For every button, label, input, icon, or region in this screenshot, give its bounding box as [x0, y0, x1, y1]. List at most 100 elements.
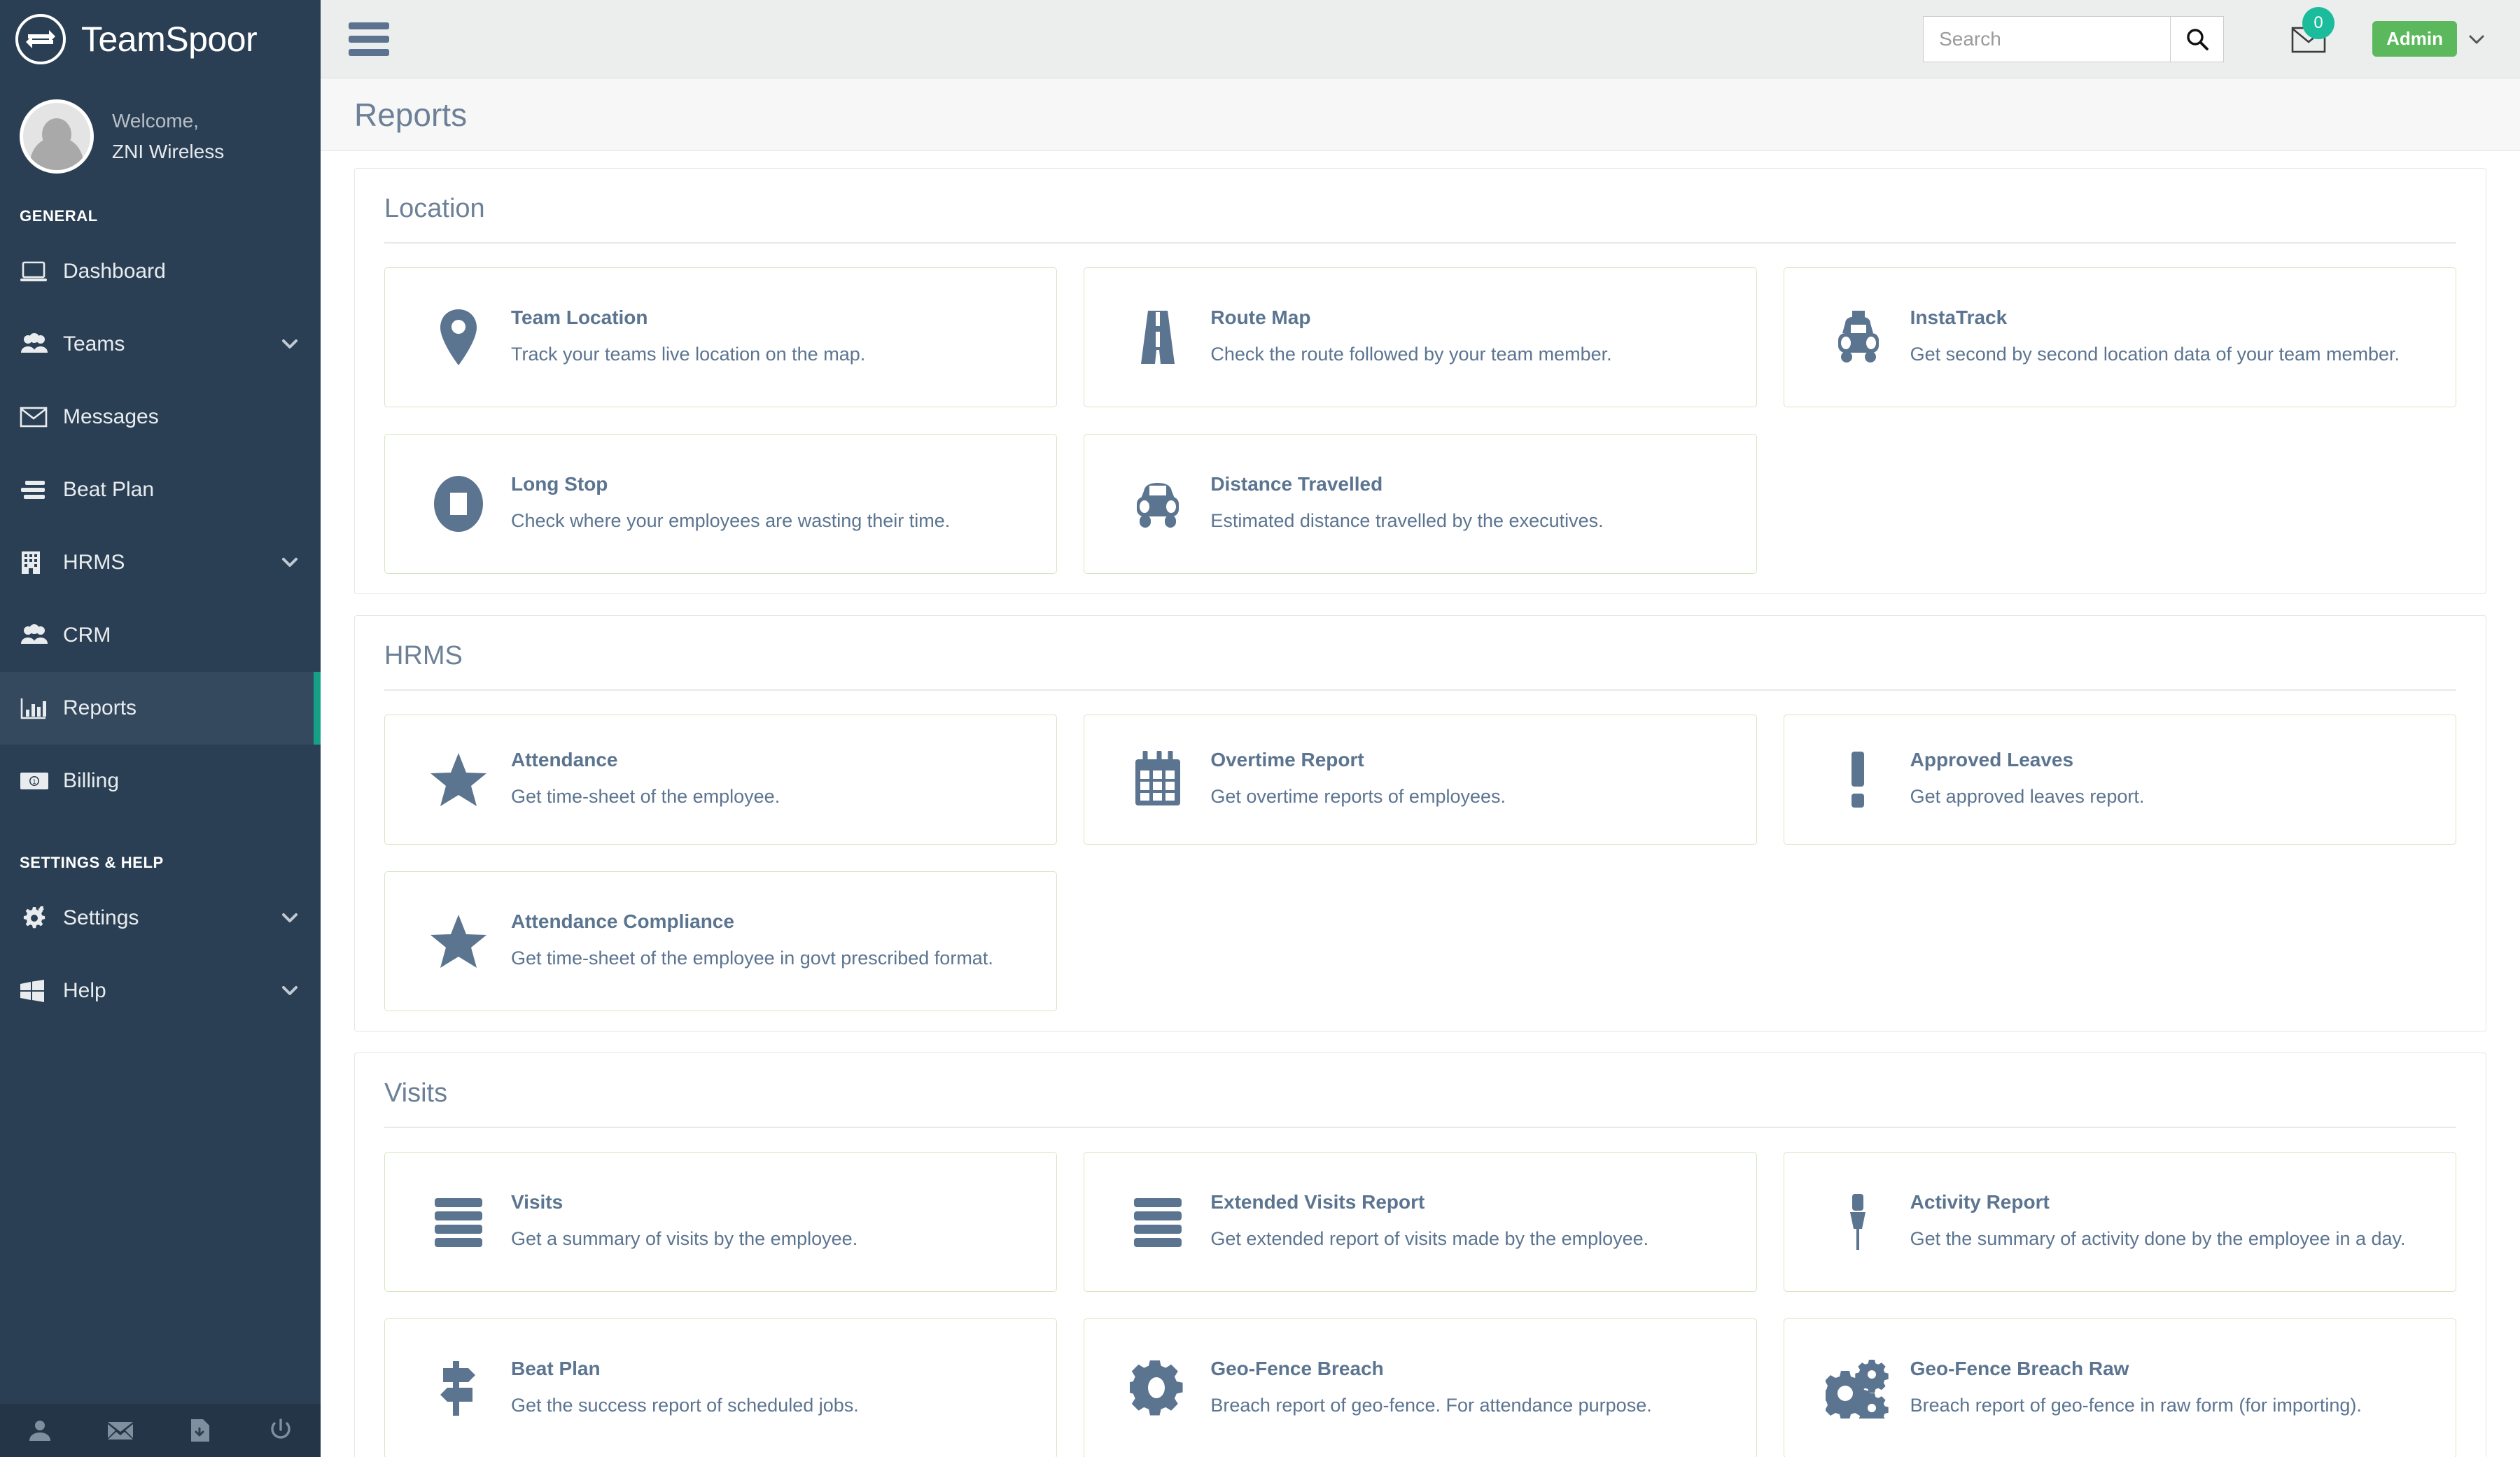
- sidebar-item-help[interactable]: Help: [0, 955, 321, 1027]
- cogs-icon: [1805, 1358, 1910, 1419]
- topbar: 0 Admin: [321, 0, 2520, 78]
- card-description: Check where your employees are wasting t…: [511, 510, 951, 531]
- section-title: HRMS: [384, 616, 2456, 691]
- money-bill-icon: 1: [20, 772, 63, 790]
- stop-circle-icon: [406, 474, 511, 533]
- sidebar-item-label: Messages: [63, 405, 159, 428]
- sidebar-section-settings-help: SETTINGS & HELP: [20, 854, 164, 871]
- topbar-right: 0 Admin: [1923, 6, 2486, 62]
- report-card-overtime-report[interactable]: Overtime Report Get overtime reports of …: [1084, 715, 1757, 845]
- sidebar-item-label: Beat Plan: [63, 478, 155, 501]
- card-description: Check the route followed by your team me…: [1210, 344, 1612, 365]
- bar-chart-icon: [20, 697, 63, 719]
- report-card-distance-travelled[interactable]: Distance Travelled Estimated distance tr…: [1084, 434, 1757, 574]
- user-icon[interactable]: [0, 1419, 80, 1442]
- laptop-icon: [20, 260, 63, 283]
- sidebar: TeamSpoor Welcome, ZNI Wireless GENERAL …: [0, 0, 321, 1457]
- sidebar-item-hrms[interactable]: HRMS: [0, 526, 321, 599]
- card-title: Approved Leaves: [1910, 749, 2074, 770]
- page-header: Reports: [321, 78, 2520, 151]
- map-marker-icon: [406, 308, 511, 367]
- card-title: Geo-Fence Breach Raw: [1910, 1358, 2129, 1379]
- calendar-icon: [1105, 751, 1210, 808]
- car-icon: [1105, 479, 1210, 529]
- svg-text:1: 1: [32, 778, 36, 785]
- card-title: Overtime Report: [1210, 749, 1364, 770]
- card-description: Breach report of geo-fence. For attendan…: [1210, 1395, 1652, 1416]
- section-title: Visits: [384, 1053, 2456, 1128]
- report-card-geo-fence-breach-raw[interactable]: Geo-Fence Breach Raw Breach report of ge…: [1783, 1318, 2456, 1457]
- profile[interactable]: Welcome, ZNI Wireless: [0, 78, 321, 197]
- power-off-icon[interactable]: [241, 1419, 321, 1442]
- report-card-visits[interactable]: Visits Get a summary of visits by the em…: [384, 1152, 1058, 1292]
- envelope-icon[interactable]: [80, 1421, 161, 1440]
- chevron-down-icon[interactable]: [280, 553, 300, 572]
- sidebar-item-beat-plan[interactable]: Beat Plan: [0, 453, 321, 526]
- card-title: InstaTrack: [1910, 307, 2008, 328]
- card-description: Get overtime reports of employees.: [1210, 786, 1506, 807]
- sidebar-item-label: Teams: [63, 332, 125, 356]
- card-description: Track your teams live location on the ma…: [511, 344, 866, 365]
- sidebar-section-general: GENERAL: [20, 207, 98, 225]
- brand[interactable]: TeamSpoor: [0, 0, 321, 78]
- sidebar-item-teams[interactable]: Teams: [0, 308, 321, 381]
- taxi-icon: [1805, 309, 1910, 365]
- avatar: [20, 99, 94, 174]
- sidebar-item-label: Help: [63, 979, 106, 1002]
- card-title: Activity Report: [1910, 1191, 2050, 1213]
- report-card-team-location[interactable]: Team Location Track your teams live loca…: [384, 267, 1058, 407]
- card-title: Geo-Fence Breach: [1210, 1358, 1384, 1379]
- file-download-icon[interactable]: [160, 1419, 241, 1442]
- chevron-down-icon[interactable]: [280, 335, 300, 354]
- cog-icon: [1105, 1360, 1210, 1416]
- sidebar-item-reports[interactable]: Reports: [0, 672, 321, 745]
- report-card-instatrack[interactable]: InstaTrack Get second by second location…: [1783, 267, 2456, 407]
- sidebar-item-label: Reports: [63, 696, 137, 719]
- search-icon[interactable]: [2170, 16, 2224, 62]
- section-title: Location: [384, 169, 2456, 244]
- report-card-attendance[interactable]: Attendance Get time-sheet of the employe…: [384, 715, 1058, 845]
- windows-icon: [20, 980, 63, 1002]
- card-description: Breach report of geo-fence in raw form (…: [1910, 1395, 2362, 1416]
- chevron-down-icon[interactable]: [280, 908, 300, 928]
- messages-button[interactable]: 0: [2291, 6, 2335, 53]
- search-input[interactable]: [1924, 16, 2171, 62]
- card-description: Get a summary of visits by the employee.: [511, 1228, 858, 1249]
- envelope-icon: [20, 407, 63, 428]
- thumbtack-icon: [1805, 1192, 1910, 1251]
- card-title: Distance Travelled: [1210, 473, 1383, 495]
- card-title: Route Map: [1210, 307, 1311, 328]
- sidebar-item-label: Settings: [63, 906, 139, 929]
- reports-content: Location Team Location Track your teams …: [321, 151, 2520, 1457]
- road-icon: [1105, 309, 1210, 365]
- card-description: Get second by second location data of yo…: [1910, 344, 2400, 365]
- report-card-route-map[interactable]: Route Map Check the route followed by yo…: [1084, 267, 1757, 407]
- hamburger-icon[interactable]: [349, 22, 389, 56]
- chevron-down-icon[interactable]: [280, 981, 300, 1001]
- list-bars-icon: [20, 479, 63, 500]
- report-card-long-stop[interactable]: Long Stop Check where your employees are…: [384, 434, 1058, 574]
- card-grid: Visits Get a summary of visits by the em…: [384, 1152, 2456, 1457]
- chevron-down-icon[interactable]: [2467, 31, 2486, 48]
- sidebar-item-billing[interactable]: 1 Billing: [0, 745, 321, 817]
- sidebar-item-crm[interactable]: CRM: [0, 599, 321, 672]
- report-card-approved-leaves[interactable]: Approved Leaves Get approved leaves repo…: [1783, 715, 2456, 845]
- report-card-activity-report[interactable]: Activity Report Get the summary of activ…: [1783, 1152, 2456, 1292]
- sidebar-item-settings[interactable]: Settings: [0, 882, 321, 955]
- card-title: Beat Plan: [511, 1358, 601, 1379]
- report-card-beat-plan[interactable]: Beat Plan Get the success report of sche…: [384, 1318, 1058, 1457]
- cogs-icon: [20, 906, 63, 930]
- page-title: Reports: [354, 96, 468, 133]
- report-card-extended-visits-report[interactable]: Extended Visits Report Get extended repo…: [1084, 1152, 1757, 1292]
- sidebar-item-label: Dashboard: [63, 260, 166, 283]
- report-card-attendance-compliance[interactable]: Attendance Compliance Get time-sheet of …: [384, 871, 1058, 1011]
- report-card-geo-fence-breach[interactable]: Geo-Fence Breach Breach report of geo-fe…: [1084, 1318, 1757, 1457]
- section-visits: Visits Visits Get a summary of visits by…: [354, 1053, 2486, 1457]
- card-description: Get approved leaves report.: [1910, 786, 2145, 807]
- sidebar-item-messages[interactable]: Messages: [0, 381, 321, 453]
- card-title: Team Location: [511, 307, 648, 328]
- signpost-icon: [406, 1360, 511, 1417]
- sidebar-item-dashboard[interactable]: Dashboard: [0, 235, 321, 308]
- admin-button[interactable]: Admin: [2372, 21, 2457, 57]
